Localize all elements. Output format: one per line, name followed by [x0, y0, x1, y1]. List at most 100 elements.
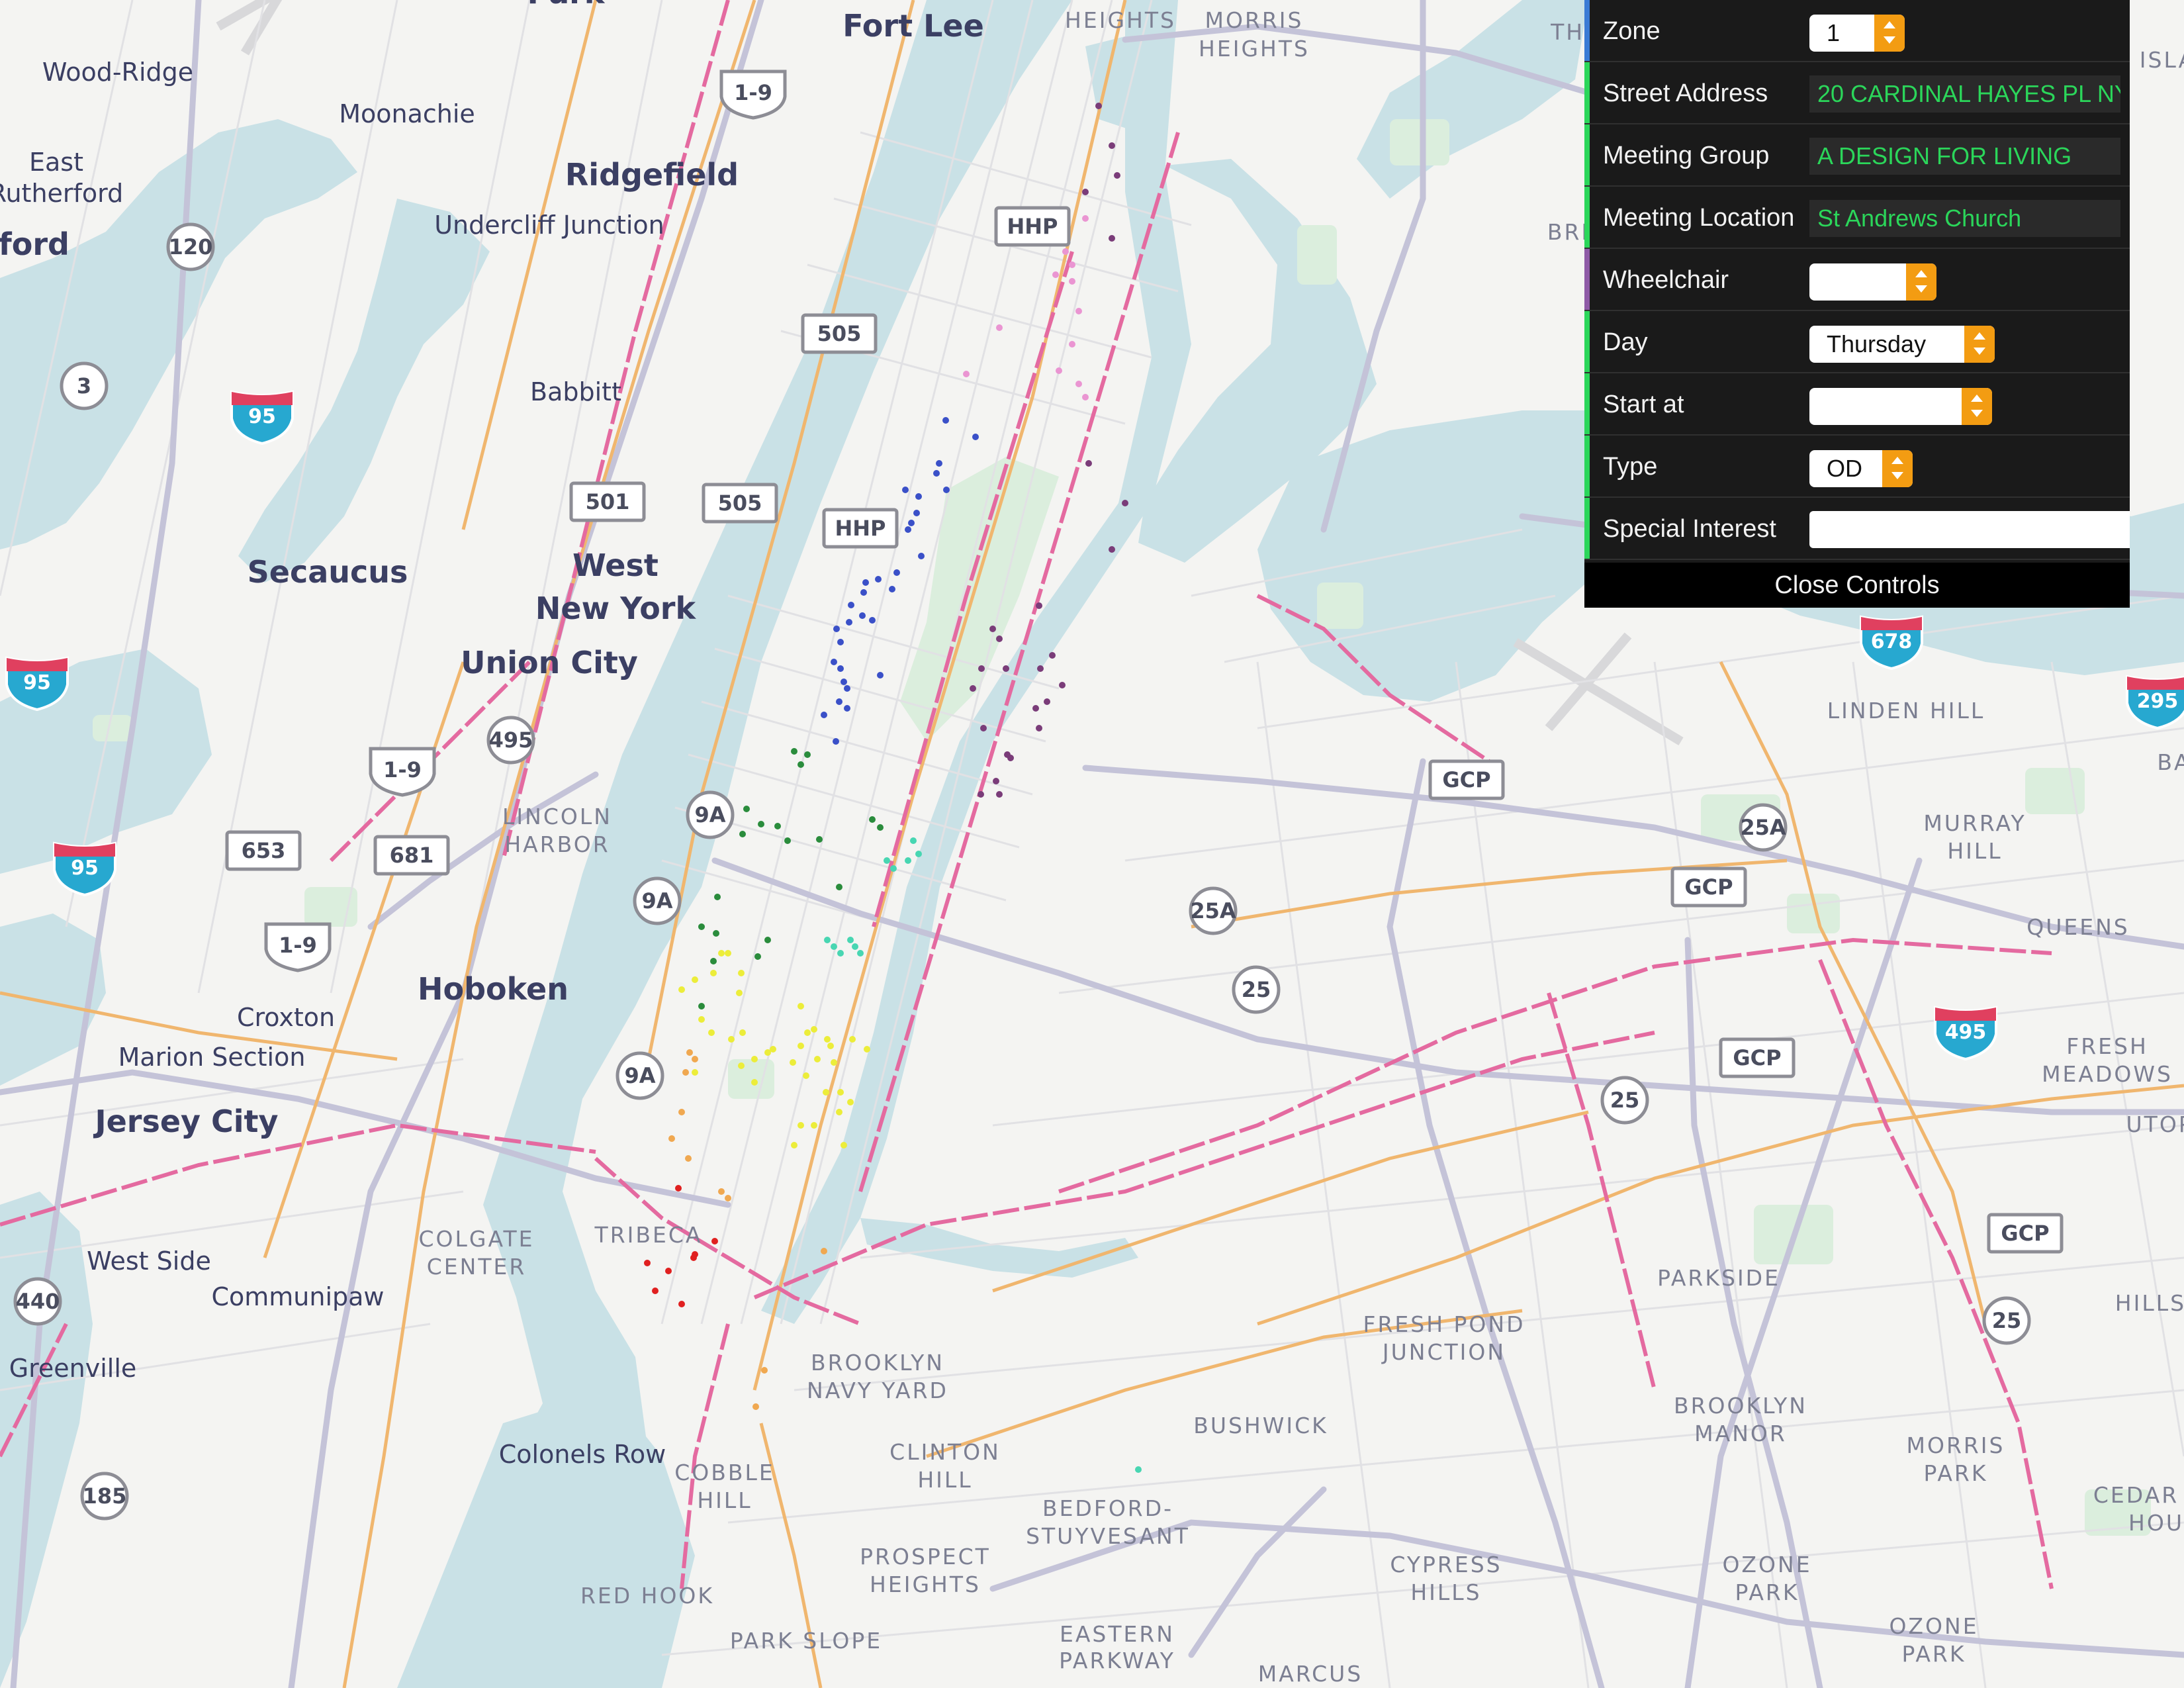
route-shield-1-9: 1-9 [719, 70, 787, 120]
route-shield-label: 25 [1242, 977, 1271, 1002]
control-label-type: Type [1603, 453, 1658, 481]
row-accent-bar [1584, 0, 1590, 61]
place-label-park: Park [527, 0, 606, 11]
place-label-parkway: PARKWAY [1059, 1648, 1175, 1673]
type-select[interactable]: OD [1809, 450, 1913, 487]
start-at-select[interactable] [1809, 388, 1992, 425]
control-label-day: Day [1603, 328, 1648, 356]
route-shield-gcp: GCP [1670, 867, 1747, 908]
route-shield-185: 185 [80, 1472, 129, 1521]
place-label-park: PARK [1735, 1579, 1799, 1605]
place-label-brooklyn: BROOKLYN [811, 1350, 944, 1376]
place-label-fort-lee: Fort Lee [842, 8, 984, 44]
place-label-morris: MORRIS [1907, 1432, 2005, 1458]
meeting-group-field[interactable]: A DESIGN FOR LIVING [1809, 138, 2120, 175]
select-stepper-icon[interactable] [1962, 388, 1992, 425]
controls-panel: Zone 1 Street Address 20 CARDINAL HAYES PL … [1584, 0, 2130, 608]
route-shield-25: 25 [1232, 965, 1281, 1014]
place-label-heights: HEIGHTS [1065, 7, 1176, 33]
select-stepper-icon[interactable] [1906, 263, 1936, 301]
route-shield-label: 653 [242, 838, 286, 863]
place-label-murray: MURRAY [1923, 810, 2026, 836]
row-accent-bar [1584, 498, 1590, 559]
control-label-meeting-group: Meeting Group [1603, 142, 1770, 169]
place-label-marcus: MARCUS [1258, 1661, 1363, 1687]
control-label-start-at: Start at [1603, 391, 1684, 418]
place-label-west-side: West Side [87, 1246, 211, 1276]
route-shield-gcp: GCP [1428, 759, 1505, 800]
route-shield-120: 120 [166, 222, 215, 271]
place-label-hillsid: HILLSID [2115, 1290, 2184, 1316]
wheelchair-select[interactable] [1809, 263, 1936, 301]
route-shield-495: 495 [486, 716, 535, 765]
close-controls-button[interactable]: Close Controls [1584, 563, 2130, 608]
place-label-greenville: Greenville [9, 1354, 137, 1383]
place-label-rutherford: Rutherford [0, 179, 123, 208]
place-label-secaucus: Secaucus [248, 554, 408, 590]
route-shield-label: 9A [624, 1063, 655, 1088]
route-shield-label: 678 [1871, 630, 1913, 653]
route-shield-hhp: HHP [822, 508, 899, 549]
row-accent-bar [1584, 436, 1590, 496]
control-row-start-at: Start at [1584, 373, 2130, 436]
place-label-heights: HEIGHTS [870, 1571, 981, 1597]
place-label-wood-ridge: Wood-Ridge [42, 58, 193, 87]
place-label-hills: HILLS [1410, 1579, 1481, 1605]
place-label-stuyvesant: STUYVESANT [1026, 1523, 1190, 1549]
place-label-heights: HEIGHTS [1199, 36, 1310, 62]
special-interest-input[interactable] [1809, 511, 2130, 548]
place-label-colgate: COLGATE [419, 1226, 535, 1252]
route-shield-9a: 9A [633, 876, 682, 925]
route-shield-label: 9A [694, 802, 725, 827]
route-shield-label: 3 [77, 373, 91, 399]
place-label-bushwick: BUSHWICK [1193, 1413, 1328, 1438]
route-shield-label: 25A [1190, 898, 1236, 923]
street-address-field[interactable]: 20 CARDINAL HAYES PL NY [1809, 75, 2120, 113]
place-label-cobble: COBBLE [674, 1460, 775, 1485]
place-label-west: West [572, 547, 659, 583]
control-row-meeting-location: Meeting Location St Andrews Church [1584, 187, 2130, 249]
row-accent-bar [1584, 249, 1590, 310]
place-label-brooklyn: BROOKLYN [1674, 1393, 1807, 1419]
route-shield-label: 295 [2137, 690, 2179, 713]
route-shield-9a: 9A [686, 790, 735, 839]
control-label-wheelchair: Wheelchair [1603, 266, 1729, 294]
select-stepper-icon[interactable] [1882, 450, 1913, 487]
route-shield-label: GCP [1684, 874, 1733, 900]
route-shield-label: 505 [817, 321, 862, 346]
place-label-center: CENTER [427, 1254, 527, 1280]
route-shield-653: 653 [225, 830, 302, 871]
control-label-street-address: Street Address [1603, 79, 1768, 107]
place-label-navy-yard: NAVY YARD [807, 1378, 948, 1403]
place-label-linden-hill: LINDEN HILL [1827, 698, 1985, 724]
route-shield-label: 95 [248, 405, 276, 428]
day-select-value: Thursday [1827, 330, 1927, 357]
route-shield-label: 185 [83, 1483, 127, 1509]
day-select[interactable]: Thursday [1809, 326, 1995, 363]
control-row-day: Day Thursday [1584, 311, 2130, 373]
place-label-parkside: PARKSIDE [1657, 1265, 1780, 1291]
route-shield-label: 1-9 [383, 757, 422, 782]
place-label-manor: MANOR [1694, 1421, 1787, 1446]
row-accent-bar [1584, 373, 1590, 434]
place-label-tribeca: TRIBECA [594, 1222, 703, 1248]
route-shield-label: 120 [169, 234, 213, 259]
place-label-clinton: CLINTON [889, 1439, 1001, 1465]
route-shield-hhp: HHP [994, 206, 1071, 247]
select-stepper-icon[interactable] [1874, 15, 1905, 52]
route-shield-1-9: 1-9 [264, 922, 332, 972]
place-label-fresh: FRESH [2066, 1033, 2148, 1059]
meeting-location-field[interactable]: St Andrews Church [1809, 200, 2120, 237]
place-label-hill: HILL [697, 1487, 752, 1513]
place-label-hill: HILL [1947, 838, 2002, 864]
route-shield-25a: 25A [1189, 886, 1238, 935]
route-shield-label: 95 [23, 671, 51, 694]
place-label-fresh-pond: FRESH POND [1363, 1311, 1525, 1337]
place-label-utopi: UTOPI [2126, 1111, 2184, 1137]
route-shield-label: 95 [71, 857, 99, 880]
control-label-special-interest: Special Interest [1603, 515, 1776, 543]
place-label-communipaw: Communipaw [211, 1282, 384, 1311]
route-shield-label: 25A [1740, 815, 1786, 840]
select-stepper-icon[interactable] [1964, 326, 1995, 363]
zone-select[interactable]: 1 [1809, 15, 1905, 52]
